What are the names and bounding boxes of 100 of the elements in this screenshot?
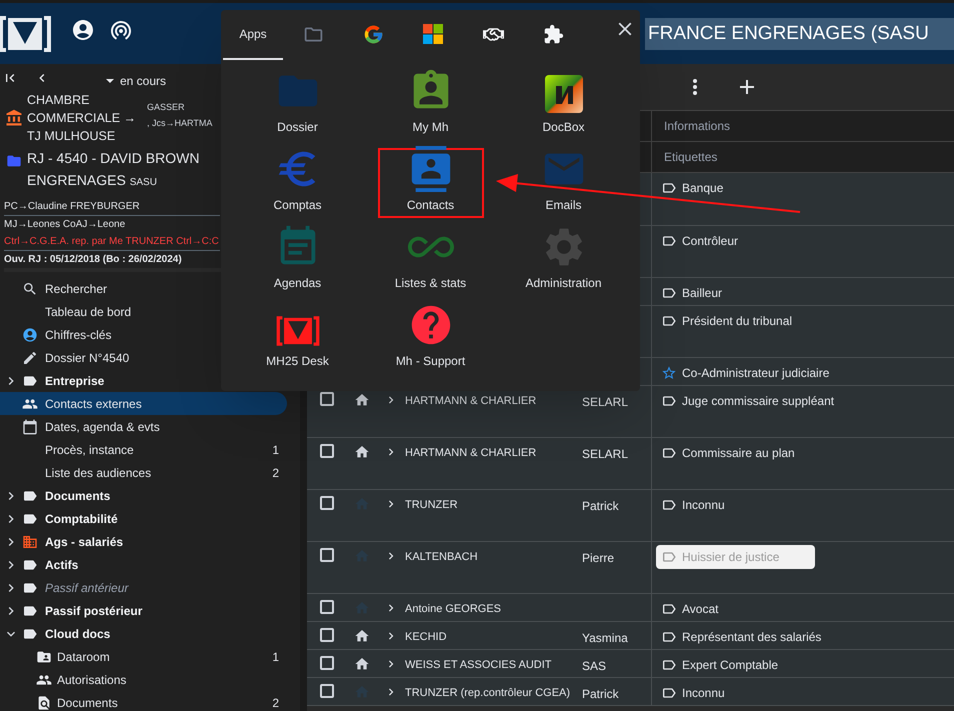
sidebar-item[interactable]: Comptabilité <box>0 507 287 530</box>
dropdown-caret-icon <box>106 78 114 82</box>
contact-first-name: Patrick <box>582 686 619 703</box>
status-filter[interactable]: en cours <box>106 72 166 90</box>
tag-chip[interactable]: Bailleur <box>656 281 728 305</box>
sidebar-item-label: Ags - salariés <box>45 534 124 550</box>
case-header-title: FRANCE ENGRENAGES (SASU <box>645 18 954 50</box>
app-tile[interactable]: Comptas <box>244 148 350 218</box>
sidebar-item[interactable]: Liste des audiences 2 <box>0 461 287 484</box>
app-tile[interactable]: Dossier <box>244 70 350 140</box>
tag-chip[interactable]: Co-Administrateur judiciaire <box>656 361 834 385</box>
app-tile[interactable]: DocBox <box>510 70 616 140</box>
sidebar-item-label: Liste des audiences <box>45 464 152 482</box>
contact-first-name: Patrick <box>582 498 619 515</box>
sidebar-item[interactable]: Contacts externes <box>0 392 287 415</box>
building-icon <box>22 534 38 550</box>
sidebar-item-label: Entreprise <box>45 372 106 390</box>
document-search-icon <box>36 694 52 710</box>
case-title: RJ - 4540 - DAVID BROWN ENGRENAGES SASU <box>27 149 200 190</box>
tag-chip[interactable]: Avocat <box>656 597 724 621</box>
tag-chip[interactable]: Commissaire au plan <box>656 441 800 465</box>
app-tile[interactable]: Emails <box>510 148 616 218</box>
sidebar-item[interactable]: Dataroom 1 <box>0 645 287 668</box>
courthouse-icon <box>4 109 22 127</box>
column-header: Informations <box>663 118 730 135</box>
pencil-icon <box>22 350 38 366</box>
tag-chip[interactable]: Président du tribunal <box>656 309 798 333</box>
app-tile[interactable]: Agendas <box>244 226 350 296</box>
sidebar-item[interactable]: Ags - salariés <box>0 530 287 553</box>
judge-assignment: , Jcs→HARTMA <box>147 117 212 130</box>
column-header: Etiquettes <box>663 149 718 166</box>
sidebar-item-label: Documents <box>45 488 112 504</box>
sidebar-item-label: Passif antérieur <box>45 580 130 596</box>
tag-chip[interactable]: Inconnu <box>656 493 730 517</box>
mh25-logo-icon <box>274 314 320 348</box>
judge-name: GASSER <box>147 101 186 114</box>
party-line: MJ→Leones CoAJ→Leone <box>4 218 126 232</box>
account-icon <box>22 326 38 342</box>
contact-first-name: Yasmina <box>582 630 628 647</box>
sidebar-item-label: Autorisations <box>57 672 128 688</box>
contact-first-name: Pierre <box>582 550 614 567</box>
sidebar-item-label: Contacts externes <box>45 396 143 412</box>
sidebar-item-label: Passif postérieur <box>45 602 144 620</box>
sidebar-item-label: Actifs <box>45 556 80 574</box>
checkbox[interactable] <box>320 656 334 670</box>
docbox-logo-icon <box>544 74 584 114</box>
app-tile[interactable]: My Mh <box>378 70 484 140</box>
checkbox[interactable] <box>320 628 334 642</box>
sidebar-item[interactable]: Dates, agenda & evts <box>0 415 287 438</box>
checkbox[interactable] <box>320 684 334 698</box>
sidebar-item-label: Comptabilité <box>45 510 119 528</box>
app-tile[interactable]: Contacts <box>378 148 484 218</box>
contact-name: HARTMANN & CHARLIER <box>405 394 538 409</box>
sidebar-item[interactable]: Passif postérieur <box>0 599 287 622</box>
folder-icon <box>6 153 22 169</box>
contact-name: WEISS ET ASSOCIES AUDIT <box>405 658 553 673</box>
checkbox[interactable] <box>320 600 334 614</box>
sidebar-item-label: Dataroom <box>57 648 111 666</box>
tag-chip[interactable]: Représentant des salariés <box>656 625 826 649</box>
account-icon <box>71 18 95 42</box>
checkbox[interactable] <box>320 548 334 562</box>
app-tile[interactable]: Listes & stats <box>378 226 484 296</box>
sidebar-item-label: Tableau de bord <box>45 304 132 320</box>
tag-chip[interactable]: Inconnu <box>656 681 730 705</box>
tag-chip[interactable]: Expert Comptable <box>656 653 784 677</box>
sidebar-item-label: Dates, agenda & evts <box>45 418 161 436</box>
contact-name: HARTMANN & CHARLIER <box>405 446 538 461</box>
contact-first-name: SELARL <box>582 446 628 463</box>
app-tile[interactable]: Administration <box>510 226 616 296</box>
menu-tab[interactable]: Apps <box>223 10 283 60</box>
sidebar-item[interactable]: Autorisations <box>0 668 287 691</box>
party-line: PC→Claudine FREYBURGER <box>4 198 220 216</box>
app-tile[interactable]: Mh - Support <box>378 304 484 374</box>
contact-name: TRUNZER <box>405 498 459 513</box>
tag-chip[interactable]: Juge commissaire suppléant <box>656 389 840 413</box>
court-name: CHAMBRE COMMERCIALE → TJ MULHOUSE <box>27 92 138 145</box>
tag-chip[interactable]: Contrôleur <box>656 229 744 253</box>
checkbox[interactable] <box>320 496 334 510</box>
sidebar-item-label: Chiffres-clés <box>45 326 112 344</box>
item-count: 1 <box>272 648 279 666</box>
checkbox[interactable] <box>320 444 334 458</box>
sidebar-item[interactable]: Actifs <box>0 553 287 576</box>
sidebar-item-label: Cloud docs <box>45 626 112 642</box>
sidebar-item-label: Procès, instance <box>45 442 135 458</box>
tag-chip[interactable]: Banque <box>656 176 728 200</box>
search-icon <box>22 280 38 296</box>
contact-first-name: SELARL <box>582 394 628 411</box>
sidebar-item[interactable]: Cloud docs <box>0 622 287 645</box>
sidebar-item[interactable]: Documents 2 <box>0 691 287 711</box>
more-icon[interactable] <box>693 79 697 95</box>
calendar-icon <box>22 418 38 434</box>
sidebar-item[interactable]: Documents <box>0 484 287 507</box>
contact-name: Antoine GEORGES <box>405 602 502 617</box>
contact-first-name: SAS <box>582 658 606 675</box>
contact-name: KALTENBACH <box>405 550 479 565</box>
party-line: Ctrl→C.G.E.A. rep. par Me TRUNZER Ctrl→C:C <box>4 233 220 251</box>
sidebar-item[interactable]: Passif antérieur <box>0 576 287 599</box>
windows-logo-icon <box>423 24 443 44</box>
contact-name: KECHID <box>405 630 448 645</box>
sidebar-item[interactable]: Procès, instance 1 <box>0 438 287 461</box>
